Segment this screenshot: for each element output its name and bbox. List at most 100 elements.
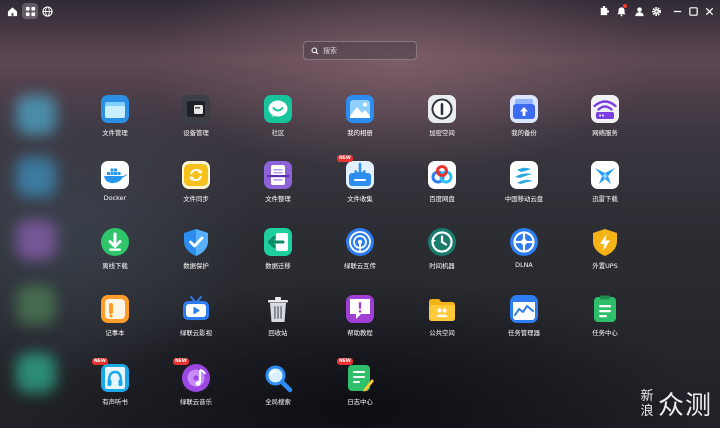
app-task-manager[interactable]: 任务管理器: [489, 294, 559, 354]
app-file-collect[interactable]: NEW 文件收集: [325, 155, 395, 220]
help-icon: [345, 294, 375, 324]
app-label: 绿联云影视: [180, 329, 212, 337]
app-data-protection[interactable]: 数据保护: [161, 227, 231, 287]
browser-button[interactable]: [39, 3, 55, 19]
app-label: 迅雷下载: [592, 195, 618, 203]
app-recycle-bin[interactable]: 回收站: [243, 294, 313, 354]
app-task-center[interactable]: 任务中心: [570, 294, 640, 354]
watermark-right: 众测: [657, 391, 712, 421]
app-label: 绿联云互传: [344, 262, 376, 270]
app-label: Docker: [103, 194, 127, 202]
app-global-search[interactable]: 全局搜索: [243, 363, 313, 423]
thunder-icon: [590, 160, 620, 190]
app-label: 数据迁移: [265, 262, 291, 270]
app-audiobook[interactable]: NEW 有声听书: [80, 358, 150, 423]
search-box[interactable]: [303, 41, 417, 60]
app-label: 任务中心: [592, 329, 618, 337]
notification-dot: [623, 4, 627, 8]
user-button[interactable]: [631, 3, 647, 19]
migrate-icon: [263, 227, 293, 257]
trash-icon: [263, 294, 293, 324]
app-log-center[interactable]: NEW 日志中心: [325, 358, 395, 423]
app-notepad[interactable]: 记事本: [80, 294, 150, 354]
maximize-button[interactable]: [685, 3, 701, 19]
airdrop-icon: [345, 227, 375, 257]
settings-button[interactable]: [648, 3, 664, 19]
app-docker[interactable]: Docker: [80, 160, 150, 220]
app-label: 文件整理: [265, 195, 291, 203]
watermark-left: 新浪: [640, 388, 654, 419]
app-label: 回收站: [268, 329, 288, 337]
docker-icon: [100, 160, 130, 190]
encrypted-space-icon: [427, 94, 457, 124]
app-label: 离线下载: [102, 262, 128, 270]
search-input[interactable]: [323, 46, 411, 55]
dlna-icon: [509, 227, 539, 257]
minimize-button[interactable]: [669, 3, 685, 19]
app-community[interactable]: 社区: [243, 94, 313, 154]
plugin-button[interactable]: [595, 3, 611, 19]
app-label: 外置UPS: [592, 262, 618, 270]
app-encrypted-space[interactable]: 加密空间: [407, 94, 477, 154]
global-search-icon: [263, 363, 293, 393]
ups-icon: [590, 227, 620, 257]
new-badge: NEW: [173, 358, 189, 365]
notepad-icon: [100, 294, 130, 324]
new-badge: NEW: [337, 155, 353, 162]
app-label: 我的备份: [511, 129, 537, 137]
home-icon: [7, 6, 17, 16]
top-bar: [0, 0, 720, 22]
dock-blur-5: [16, 353, 56, 393]
app-label: DLNA: [515, 261, 533, 269]
app-label: 中国移动云盘: [504, 195, 544, 203]
app-thunder-download[interactable]: 迅雷下载: [570, 160, 640, 220]
app-dlna[interactable]: DLNA: [489, 227, 559, 287]
app-baidu-netdisk[interactable]: 百度网盘: [407, 160, 477, 220]
gear-icon: [651, 6, 661, 16]
app-ugreen-transfer[interactable]: 绿联云互传: [325, 227, 395, 287]
close-button[interactable]: [701, 3, 717, 19]
app-label: 帮助教程: [347, 329, 373, 337]
app-label: 文件收集: [347, 195, 373, 203]
time-machine-icon: [427, 227, 457, 257]
public-space-icon: [427, 294, 457, 324]
app-offline-download[interactable]: 离线下载: [80, 227, 150, 287]
app-label: 网络服务: [592, 129, 618, 137]
app-time-machine[interactable]: 时间机器: [407, 227, 477, 287]
app-my-album[interactable]: 我的相册: [325, 94, 395, 154]
app-grid-button[interactable]: [22, 3, 38, 19]
app-external-ups[interactable]: 外置UPS: [570, 227, 640, 287]
photo-icon: [345, 94, 375, 124]
app-network-service[interactable]: 网络服务: [570, 94, 640, 154]
app-device-manager[interactable]: 设备管理: [161, 94, 231, 154]
maximize-icon: [688, 6, 698, 16]
app-file-organize[interactable]: 文件整理: [243, 160, 313, 220]
app-help[interactable]: 帮助教程: [325, 294, 395, 354]
app-file-manager[interactable]: 文件管理: [80, 94, 150, 154]
home-button[interactable]: [4, 3, 20, 19]
app-public-space[interactable]: 公共空间: [407, 294, 477, 354]
minimize-icon: [673, 10, 681, 12]
new-badge: NEW: [337, 358, 353, 365]
dock-blur-4: [16, 285, 56, 325]
app-label: 公共空间: [429, 329, 455, 337]
sync-icon: [181, 160, 211, 190]
app-my-backup[interactable]: 我的备份: [489, 94, 559, 154]
app-label: 全局搜索: [265, 398, 291, 406]
app-label: 日志中心: [347, 398, 373, 406]
app-file-sync[interactable]: 文件同步: [161, 160, 231, 220]
globe-icon: [41, 5, 53, 17]
app-china-mobile-cloud[interactable]: 中国移动云盘: [489, 160, 559, 220]
app-data-migration[interactable]: 数据迁移: [243, 227, 313, 287]
task-manager-icon: [509, 294, 539, 324]
tv-icon: [181, 294, 211, 324]
app-ugreen-music[interactable]: NEW 绿联云音乐: [161, 358, 231, 423]
china-mobile-cloud-icon: [509, 160, 539, 190]
app-label: 我的相册: [347, 129, 373, 137]
app-label: 文件同步: [183, 195, 209, 203]
watermark: 新浪 众测: [640, 385, 712, 422]
app-ugreen-video[interactable]: 绿联云影视: [161, 294, 231, 354]
app-label: 有声听书: [102, 398, 128, 406]
notification-button[interactable]: [613, 3, 629, 19]
app-label: 设备管理: [183, 129, 209, 137]
